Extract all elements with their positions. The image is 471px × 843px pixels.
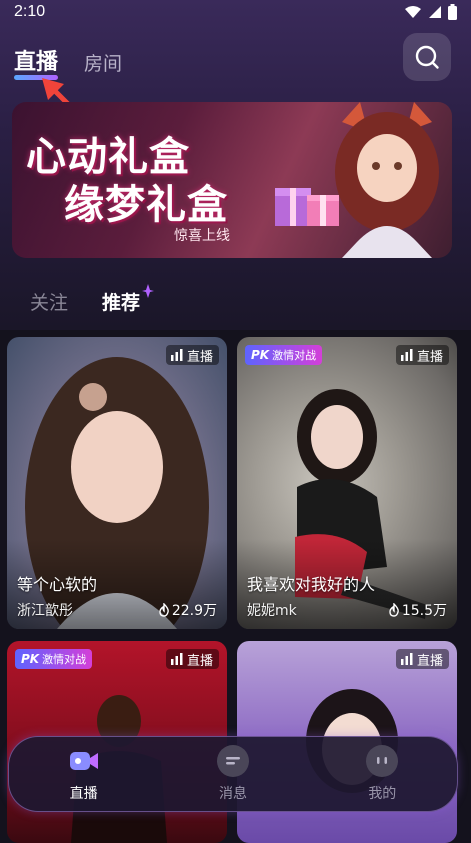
nav-live-label: 直播 bbox=[69, 786, 98, 802]
search-icon bbox=[415, 45, 439, 69]
live-badge: 直播 bbox=[395, 345, 449, 365]
stream-card[interactable]: 直播 等个心软的 浙江歆彤 22.9万 bbox=[7, 337, 227, 629]
pk-badge: PK 激情对战 bbox=[245, 345, 323, 365]
live-badge-label: 直播 bbox=[416, 653, 443, 669]
flame-icon bbox=[159, 603, 169, 617]
tab-follow[interactable]: 关注 bbox=[30, 288, 68, 315]
live-badge-label: 直播 bbox=[186, 653, 213, 669]
tab-live-label: 直播 bbox=[14, 50, 59, 75]
pk-label: PK bbox=[251, 348, 270, 362]
stream-caption: 等个心软的 bbox=[17, 575, 98, 594]
nav-live[interactable]: 直播 bbox=[9, 737, 158, 811]
battery-icon bbox=[448, 4, 457, 20]
pk-text: 激情对战 bbox=[272, 349, 317, 362]
tab-recommend-label: 推荐 bbox=[102, 292, 141, 314]
nav-messages-label: 消息 bbox=[218, 786, 247, 802]
message-icon bbox=[216, 745, 249, 777]
live-bars-icon bbox=[400, 349, 413, 361]
pk-label: PK bbox=[21, 652, 40, 666]
nav-profile[interactable]: 我的 bbox=[308, 737, 457, 811]
pk-text: 激情对战 bbox=[42, 653, 87, 666]
promo-banner[interactable]: 心动礼盒 缘梦礼盒 惊喜上线 bbox=[12, 102, 452, 258]
banner-character-illustration bbox=[335, 102, 439, 258]
tab-live[interactable]: 直播 bbox=[14, 44, 59, 80]
live-bars-icon bbox=[170, 653, 183, 665]
popularity-count: 22.9万 bbox=[158, 600, 217, 620]
live-video-icon bbox=[68, 745, 100, 777]
stream-card[interactable]: PK 激情对战 直播 我喜欢对我好的人 妮妮mk 15.5万 bbox=[237, 337, 457, 629]
sparkle-icon bbox=[142, 284, 155, 298]
live-badge-label: 直播 bbox=[186, 349, 213, 365]
top-tabs: 直播 房间 bbox=[14, 44, 122, 80]
popularity-value: 22.9万 bbox=[171, 603, 217, 619]
live-badge: 直播 bbox=[165, 345, 219, 365]
popularity-count: 15.5万 bbox=[388, 600, 447, 620]
tab-room[interactable]: 房间 bbox=[84, 49, 122, 76]
popularity-value: 15.5万 bbox=[401, 603, 447, 619]
streamer-name: 浙江歆彤 bbox=[17, 603, 73, 619]
nav-profile-label: 我的 bbox=[368, 786, 397, 802]
live-badge-label: 直播 bbox=[416, 349, 443, 365]
bottom-navigation: 直播 消息 我的 bbox=[8, 736, 458, 812]
banner-subtitle: 惊喜上线 bbox=[174, 228, 230, 244]
category-tabs: 关注 推荐 bbox=[30, 284, 155, 315]
streamer-name: 妮妮mk bbox=[247, 603, 297, 619]
tab-recommend[interactable]: 推荐 bbox=[102, 284, 155, 315]
signal-icon bbox=[429, 6, 441, 18]
status-time: 2:10 bbox=[14, 3, 46, 20]
live-bars-icon bbox=[400, 653, 413, 665]
live-badge: 直播 bbox=[165, 649, 219, 669]
banner-title-line2: 缘梦礼盒 bbox=[64, 181, 228, 228]
wifi-icon bbox=[405, 6, 421, 18]
stream-caption: 我喜欢对我好的人 bbox=[247, 575, 376, 594]
nav-messages[interactable]: 消息 bbox=[158, 737, 307, 811]
status-icons bbox=[404, 4, 457, 20]
status-bar: 2:10 bbox=[0, 0, 471, 26]
search-button[interactable] bbox=[403, 33, 451, 81]
profile-icon bbox=[366, 745, 399, 777]
live-badge: 直播 bbox=[395, 649, 449, 669]
flame-icon bbox=[389, 603, 399, 617]
live-bars-icon bbox=[170, 349, 183, 361]
pk-badge: PK 激情对战 bbox=[15, 649, 93, 669]
